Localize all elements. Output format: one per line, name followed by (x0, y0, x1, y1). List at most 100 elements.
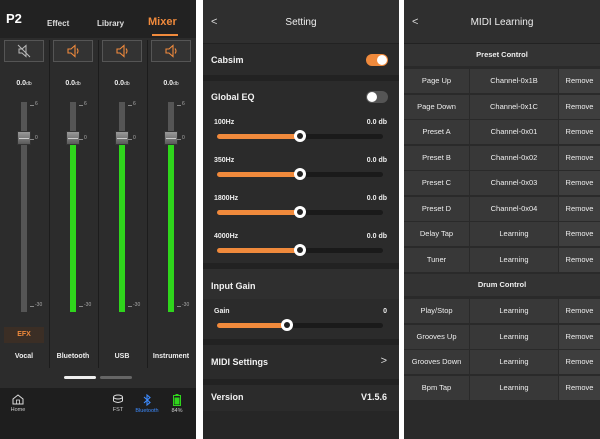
global-eq-label: Global EQ (211, 92, 255, 102)
speaker-icon[interactable] (53, 40, 93, 62)
bluetooth-icon (143, 394, 151, 406)
midi-function-name: Delay Tap (419, 229, 454, 238)
midi-assignment[interactable]: Channel-0x01 (470, 120, 558, 144)
speaker-icon[interactable] (102, 40, 142, 62)
channel-name: Vocal (14, 353, 34, 360)
scale-tick (30, 306, 34, 307)
remove-button[interactable]: Remove (559, 196, 600, 221)
fader-knob[interactable] (17, 131, 31, 145)
midi-assignment[interactable]: Learning (470, 376, 558, 400)
eq-slider-knob[interactable] (294, 168, 306, 180)
remove-button[interactable]: Remove (559, 375, 600, 400)
tab-mixer[interactable]: Mixer (148, 16, 177, 28)
tab-library[interactable]: Library (97, 19, 124, 28)
fader-track[interactable] (66, 102, 80, 312)
eq-slider-knob[interactable] (294, 130, 306, 142)
gain-label: Gain (214, 308, 230, 315)
channel-divider (98, 40, 99, 368)
nav-fst-label: FST (112, 407, 124, 413)
scale-label: 0 (133, 135, 136, 141)
scale-tick (177, 306, 181, 307)
version-value: V1.5.6 (360, 392, 387, 402)
eq-slider[interactable] (217, 130, 383, 142)
brand-logo: P2 (6, 11, 22, 26)
efx-button[interactable]: EFX (4, 327, 44, 343)
gain-slider[interactable] (217, 319, 383, 331)
eq-band-value: 0.0 db (366, 195, 387, 202)
home-icon (12, 394, 24, 405)
page-indicator-active (64, 376, 96, 379)
eq-slider-knob[interactable] (294, 244, 306, 256)
fader-track[interactable] (115, 102, 129, 312)
channel-name: Bluetooth (56, 353, 90, 360)
fader-knob[interactable] (115, 131, 129, 145)
remove-button[interactable]: Remove (559, 69, 600, 93)
midi-settings-row[interactable]: MIDI Settings > (203, 345, 399, 379)
channel-level: 0.0db (163, 80, 179, 87)
midi-function-name: Tuner (426, 254, 447, 264)
fst-icon (113, 394, 123, 403)
nav-home[interactable]: Home (3, 394, 33, 413)
eq-slider-knob[interactable] (294, 206, 306, 218)
midi-assignment[interactable]: Learning (470, 350, 558, 374)
midi-assignment[interactable]: Channel-0x04 (470, 197, 558, 221)
midi-assignment[interactable]: Channel-0x02 (470, 146, 558, 170)
remove-button[interactable]: Remove (559, 299, 600, 323)
remove-button[interactable]: Remove (559, 324, 600, 349)
fader-track[interactable] (164, 102, 178, 312)
remove-button[interactable]: Remove (559, 222, 600, 246)
chevron-right-icon: > (380, 355, 387, 367)
eq-slider[interactable] (217, 206, 383, 218)
midi-assignment[interactable]: Learning (470, 222, 558, 246)
tab-effect[interactable]: Effect (47, 19, 69, 28)
scale-label: -30 (35, 302, 43, 308)
eq-slider[interactable] (217, 168, 383, 180)
fader-knob[interactable] (164, 131, 178, 145)
eq-band-value: 0.0 db (366, 157, 387, 164)
fader-knob[interactable] (66, 131, 80, 145)
scale-tick (177, 105, 181, 106)
level-meter (119, 131, 125, 312)
midi-assignment[interactable]: Learning (470, 248, 558, 272)
scale-label: -30 (133, 302, 141, 308)
midi-assignment[interactable]: Learning (470, 299, 558, 323)
nav-home-label: Home (10, 407, 26, 413)
remove-button[interactable]: Remove (559, 350, 600, 374)
remove-button[interactable]: Remove (559, 94, 600, 119)
global-eq-toggle[interactable] (366, 91, 388, 103)
gain-slider-knob[interactable] (281, 319, 293, 331)
scale-tick (128, 306, 132, 307)
remove-button[interactable]: Remove (559, 247, 600, 272)
midi-assignment[interactable]: Channel-0x03 (470, 171, 558, 195)
channel-level: 0.0db (16, 80, 32, 87)
footer-space (203, 411, 399, 439)
remove-button[interactable]: Remove (559, 120, 600, 144)
midi-row: Preset A Channel-0x01 Remove (404, 120, 600, 144)
mixer-channel: 0.0db 6 0 -30 USB (98, 40, 146, 368)
midi-assignment[interactable]: Channel-0x1B (470, 69, 558, 93)
eq-slider[interactable] (217, 244, 383, 256)
midi-assignment[interactable]: Channel-0x1C (470, 95, 558, 119)
gain-slider-fill (217, 323, 287, 328)
midi-learning-screen: < MIDI Learning Preset Control Page Up Cha… (404, 0, 600, 439)
page-indicator (100, 376, 132, 379)
midi-row: Tuner Learning Remove (404, 247, 600, 272)
cabsim-row: Cabsim (203, 45, 399, 75)
midi-row: Preset D Channel-0x04 Remove (404, 196, 600, 221)
nav-fst[interactable]: FST (103, 394, 133, 413)
channel-name: USB (114, 353, 130, 360)
remove-button[interactable]: Remove (559, 171, 600, 195)
midi-assignment[interactable]: Learning (470, 325, 558, 349)
remove-button[interactable]: Remove (559, 145, 600, 170)
nav-bluetooth[interactable]: Bluetooth (132, 394, 162, 414)
bottom-nav: Home FST Bluetooth 84% (0, 388, 196, 439)
cabsim-toggle[interactable] (366, 54, 388, 66)
mute-icon[interactable] (4, 40, 44, 62)
fader-track[interactable] (17, 102, 31, 312)
mixer-channel: 0.0db 6 0 -30 Bluetooth (49, 40, 97, 368)
speaker-icon[interactable] (151, 40, 191, 62)
midi-row: Bpm Tap Learning Remove (404, 375, 600, 400)
scale-label: -30 (182, 302, 190, 308)
page-title: MIDI Learning (470, 17, 534, 28)
channel-divider (147, 40, 148, 368)
